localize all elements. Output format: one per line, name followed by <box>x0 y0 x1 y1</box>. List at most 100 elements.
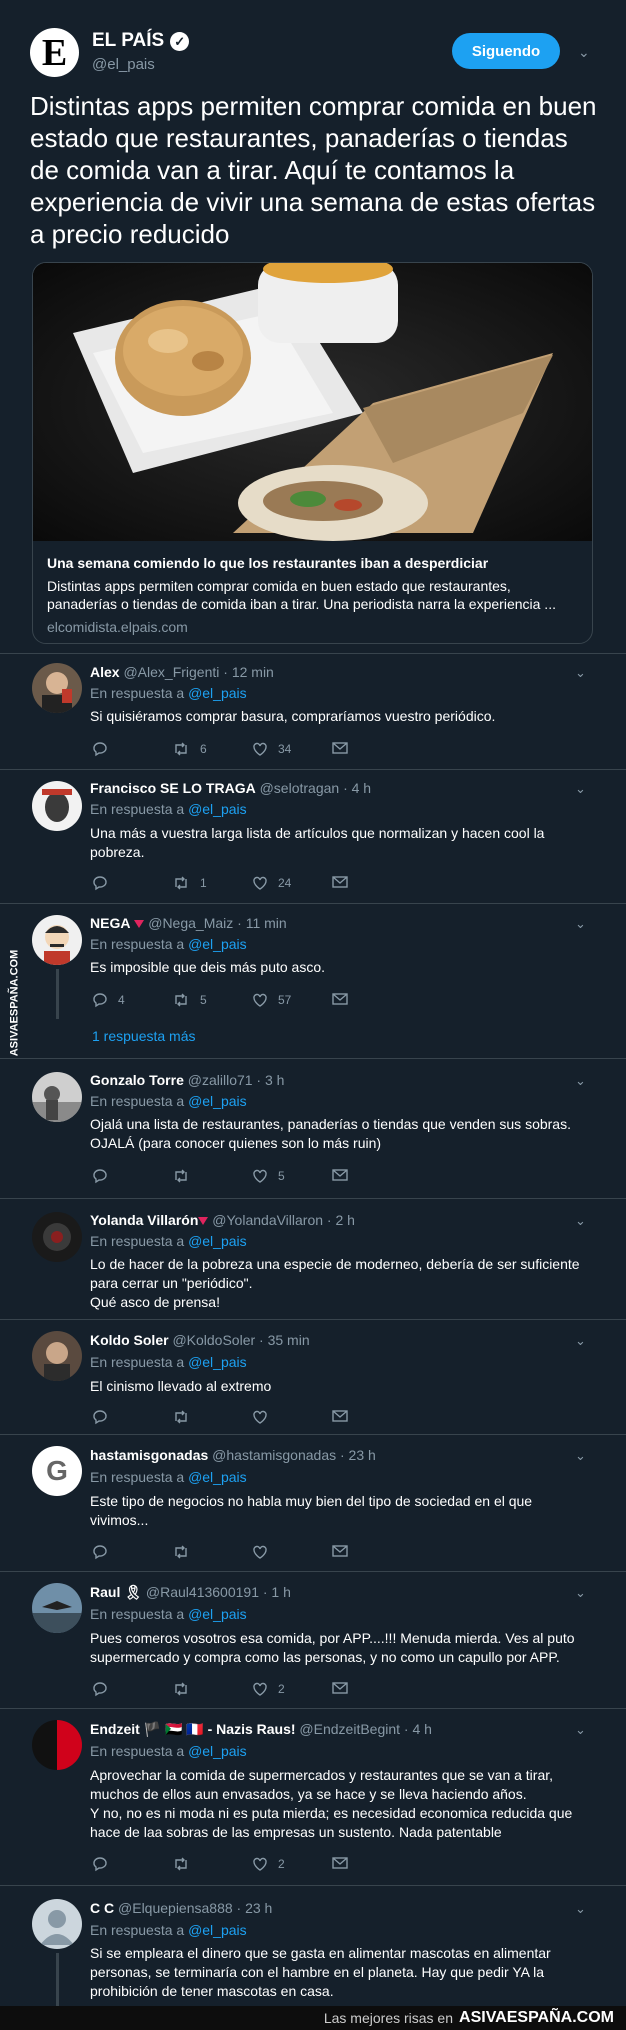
retweet-button[interactable] <box>172 1168 200 1184</box>
card-title[interactable]: Una semana comiendo lo que los restauran… <box>47 555 488 571</box>
reply-button[interactable] <box>92 1681 118 1697</box>
chevron-down-icon[interactable]: ⌄ <box>575 1213 586 1229</box>
more-replies-link[interactable]: 1 respuesta más <box>92 1028 196 1044</box>
mention-link[interactable]: @el_pais <box>188 936 247 952</box>
chevron-down-icon[interactable]: ⌄ <box>575 1901 586 1917</box>
message-button[interactable] <box>332 1168 348 1182</box>
message-button[interactable] <box>332 1409 348 1423</box>
retweet-button[interactable] <box>172 1681 200 1697</box>
chevron-down-icon[interactable]: ⌄ <box>575 1448 586 1464</box>
reply-button[interactable] <box>92 741 118 757</box>
chevron-down-icon[interactable]: ⌄ <box>575 1073 586 1089</box>
message-button[interactable] <box>332 992 348 1006</box>
reply-author-name[interactable]: Raul 🎗 <box>90 1584 142 1600</box>
like-button[interactable] <box>252 1409 278 1425</box>
avatar[interactable] <box>32 1072 82 1122</box>
retweet-button[interactable]: 1 <box>172 875 207 891</box>
mention-link[interactable]: @el_pais <box>188 1233 247 1249</box>
avatar[interactable] <box>32 1212 82 1262</box>
card-url[interactable]: elcomidista.elpais.com <box>47 619 188 635</box>
reply-author-name[interactable]: Alex <box>90 664 120 680</box>
retweet-icon <box>175 876 187 890</box>
like-button[interactable]: 57 <box>252 992 291 1008</box>
avatar[interactable] <box>32 1720 82 1770</box>
retweet-icon <box>175 1169 187 1183</box>
retweet-button[interactable]: 5 <box>172 992 207 1008</box>
reply-header[interactable]: Alex @Alex_Frigenti · 12 min <box>90 664 274 680</box>
avatar[interactable] <box>32 1331 82 1381</box>
like-button[interactable]: 2 <box>252 1681 285 1697</box>
author-handle[interactable]: @el_pais <box>92 56 155 73</box>
retweet-button[interactable] <box>172 1409 200 1425</box>
following-button[interactable]: Siguendo <box>452 33 560 69</box>
like-button[interactable]: 5 <box>252 1168 285 1184</box>
reply-author-name[interactable]: Francisco SE LO TRAGA <box>90 780 256 796</box>
avatar[interactable] <box>32 915 82 965</box>
mention-link[interactable]: @el_pais <box>188 1743 247 1759</box>
avatar[interactable] <box>32 663 82 713</box>
chevron-down-icon[interactable]: ⌄ <box>575 781 586 797</box>
like-button[interactable]: 2 <box>252 1856 285 1872</box>
reply-icon <box>93 1857 107 1872</box>
message-button[interactable] <box>332 1681 348 1695</box>
mention-link[interactable]: @el_pais <box>188 1093 247 1109</box>
reply-tweet: C C @Elquepiensa888 · 23 h ⌄ En respuest… <box>0 1887 626 2006</box>
avatar[interactable] <box>32 1583 82 1633</box>
message-button[interactable] <box>332 875 348 889</box>
mention-link[interactable]: @el_pais <box>188 1606 247 1622</box>
like-button[interactable] <box>252 1544 278 1560</box>
reply-button[interactable] <box>92 1856 118 1872</box>
retweet-button[interactable] <box>172 1544 200 1560</box>
avatar[interactable] <box>32 1899 82 1949</box>
mention-link[interactable]: @el_pais <box>188 1922 247 1938</box>
chevron-down-icon[interactable]: ⌄ <box>575 1585 586 1601</box>
reply-author-name[interactable]: Yolanda Villarón <box>90 1212 198 1228</box>
footer-brand[interactable]: ASIVAESPAÑA.COM <box>459 2009 614 2027</box>
reply-author-name[interactable]: Koldo Soler <box>90 1332 169 1348</box>
reply-header[interactable]: Endzeit 🏴 🇸🇩 🇫🇷 - Nazis Raus! @EndzeitBe… <box>90 1721 432 1738</box>
chevron-down-icon[interactable]: ⌄ <box>575 665 586 681</box>
reply-text: Ojalá una lista de restaurantes, panader… <box>90 1116 571 1151</box>
chevron-down-icon[interactable]: ⌄ <box>575 1722 586 1738</box>
mention-link[interactable]: @el_pais <box>188 1469 247 1485</box>
reply-author-name[interactable]: Gonzalo Torre <box>90 1072 184 1088</box>
chevron-down-icon[interactable]: ⌄ <box>578 44 590 61</box>
reply-header[interactable]: Raul 🎗 @Raul413600191 · 1 h <box>90 1584 291 1601</box>
reply-header[interactable]: Koldo Soler @KoldoSoler · 35 min <box>90 1332 310 1348</box>
like-button[interactable]: 34 <box>252 741 291 757</box>
mention-link[interactable]: @el_pais <box>188 685 247 701</box>
message-button[interactable] <box>332 1544 348 1558</box>
retweet-button[interactable] <box>172 1856 200 1872</box>
retweet-button[interactable]: 6 <box>172 741 207 757</box>
mention-link[interactable]: @el_pais <box>188 801 247 817</box>
link-card[interactable]: Una semana comiendo lo que los restauran… <box>32 262 593 644</box>
message-button[interactable] <box>332 1856 348 1870</box>
reply-header[interactable]: Francisco SE LO TRAGA @selotragan · 4 h <box>90 780 371 796</box>
reply-text: Aprovechar la comida de supermercados y … <box>90 1767 573 1840</box>
author-name-row[interactable]: EL PAÍS ✓ <box>92 30 190 52</box>
like-button[interactable]: 24 <box>252 875 291 891</box>
reply-author-name[interactable]: Endzeit 🏴 🇸🇩 🇫🇷 - Nazis Raus! <box>90 1721 296 1737</box>
reply-button[interactable] <box>92 1409 118 1425</box>
reply-text: Una más a vuestra larga lista de artícul… <box>90 825 545 860</box>
reply-button[interactable] <box>92 875 118 891</box>
reply-button[interactable] <box>92 1168 118 1184</box>
message-button[interactable] <box>332 741 348 755</box>
reply-header[interactable]: Gonzalo Torre @zalillo71 · 3 h <box>90 1072 284 1088</box>
reply-header[interactable]: hastamisgonadas @hastamisgonadas · 23 h <box>90 1447 376 1463</box>
reply-button[interactable] <box>92 1544 118 1560</box>
avatar[interactable] <box>32 781 82 831</box>
reply-header[interactable]: Yolanda Villarón @YolandaVillaron · 2 h <box>90 1212 355 1228</box>
reply-header[interactable]: NEGA @Nega_Maiz · 11 min <box>90 915 287 931</box>
author-name[interactable]: EL PAÍS <box>92 30 164 52</box>
el-pais-avatar[interactable]: E <box>30 28 79 77</box>
reply-header[interactable]: C C @Elquepiensa888 · 23 h <box>90 1900 272 1916</box>
reply-author-name[interactable]: hastamisgonadas <box>90 1447 208 1463</box>
reply-author-name[interactable]: NEGA <box>90 915 130 931</box>
reply-author-name[interactable]: C C <box>90 1900 114 1916</box>
mention-link[interactable]: @el_pais <box>188 1354 247 1370</box>
reply-button[interactable]: 4 <box>92 992 125 1008</box>
chevron-down-icon[interactable]: ⌄ <box>575 916 586 932</box>
avatar[interactable]: G <box>32 1446 82 1496</box>
chevron-down-icon[interactable]: ⌄ <box>575 1333 586 1349</box>
